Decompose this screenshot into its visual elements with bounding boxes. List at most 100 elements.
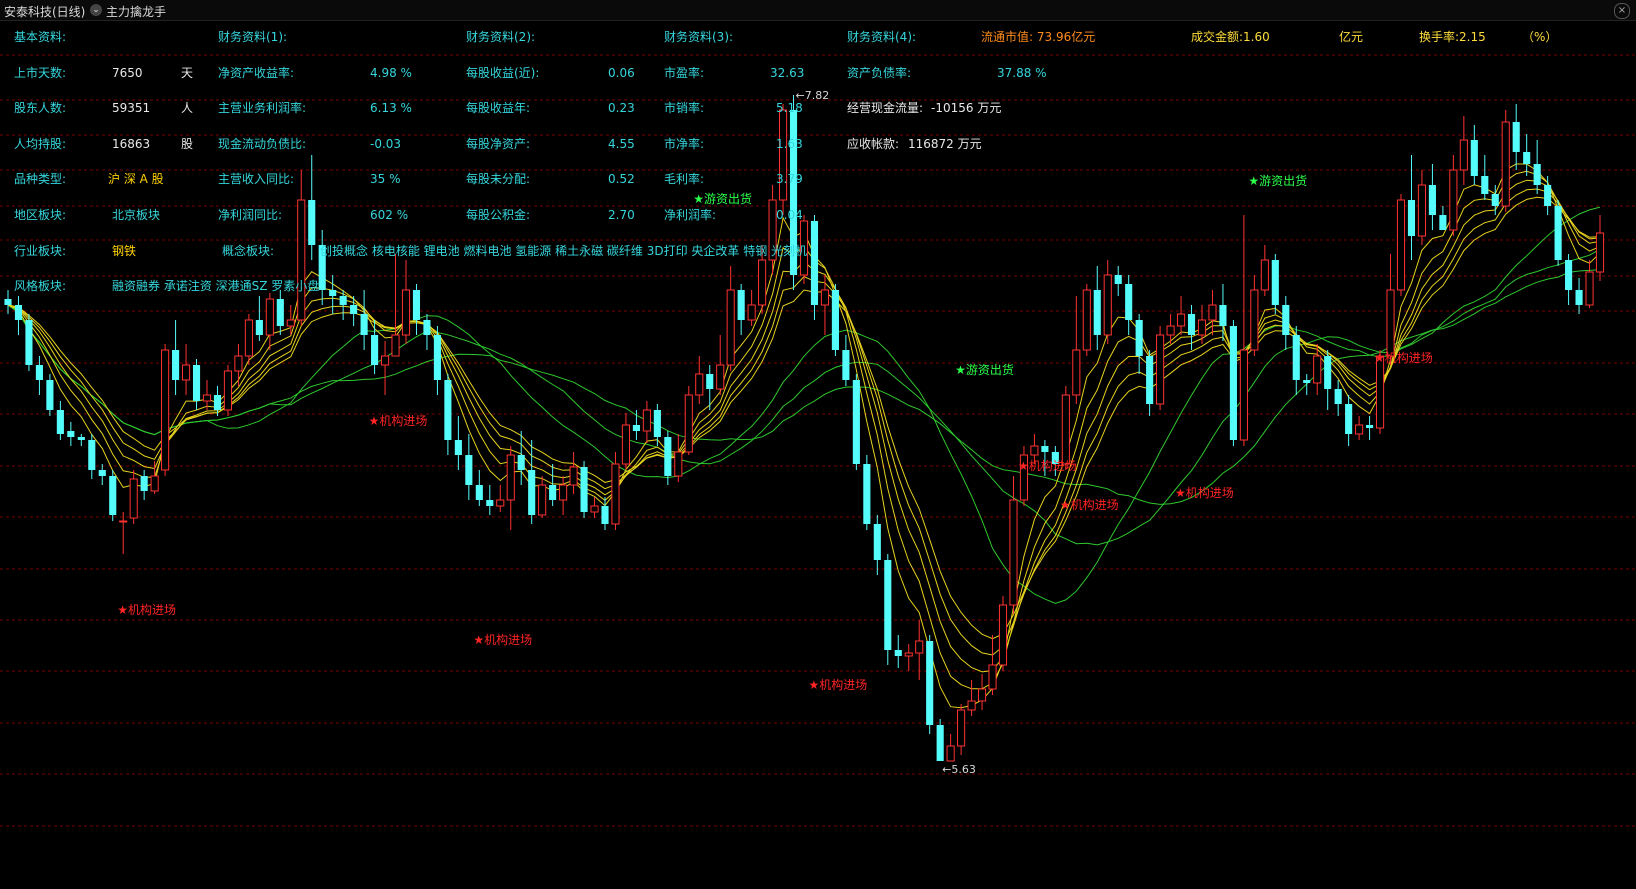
candle-body	[528, 470, 536, 515]
indicator-dropdown-icon[interactable]: ⌄	[90, 4, 102, 16]
candle-body	[1239, 349, 1248, 441]
candle-body	[1156, 334, 1165, 405]
candle-body	[1585, 271, 1594, 306]
col1-label: 股东人数:	[14, 101, 67, 115]
col2-value: 602 %	[370, 208, 409, 222]
candle-body	[140, 476, 148, 491]
col3-value: 4.55	[608, 137, 635, 151]
candle-body	[14, 305, 23, 320]
candle-body	[1208, 304, 1217, 321]
institution-entry-signal: ★机构进场	[1018, 458, 1077, 473]
hot-money-exit-signal: ★游资出货	[693, 191, 752, 206]
col4-label: 市销率:	[664, 101, 705, 115]
col5-value: 37.88 %	[997, 66, 1047, 80]
finance2-header: 财务资料(2):	[466, 30, 536, 44]
col1-label: 风格板块:	[14, 279, 67, 293]
candle-body	[831, 290, 839, 350]
candle-body	[339, 296, 347, 305]
col1-unit: 天	[181, 66, 194, 80]
indicator-name[interactable]: 主力擒龙手	[106, 3, 166, 20]
col4-label: 净利润率:	[664, 208, 717, 222]
candle-body	[329, 290, 337, 296]
col5-value: -10156 万元	[931, 101, 1002, 115]
candle-body	[884, 560, 892, 650]
candle-body	[726, 289, 735, 366]
turnover-rate: 换手率:2.15	[1419, 30, 1486, 44]
candle-body	[988, 664, 997, 690]
candle-body	[1459, 139, 1468, 171]
candle-body	[674, 451, 683, 477]
candle-body	[244, 319, 253, 357]
col2-label: 现金流动负债比:	[218, 137, 307, 151]
candle-body	[1250, 289, 1259, 351]
candle-body	[957, 709, 966, 747]
candle-body	[632, 425, 640, 431]
candle-body	[1197, 319, 1207, 336]
float-market-cap: 流通市值: 73.96亿元	[981, 30, 1096, 44]
candle-body	[863, 464, 871, 524]
candle-body	[297, 199, 306, 321]
hot-money-exit-signal: ★游资出货	[955, 362, 1014, 377]
institution-entry-signal: ★机构进场	[117, 602, 176, 617]
col2-label: 主营收入同比:	[218, 172, 295, 186]
candle-body	[1166, 325, 1175, 336]
candle-body	[77, 437, 85, 440]
candle-body	[506, 454, 515, 501]
col5-label: 应收帐款:	[847, 137, 900, 151]
candle-body	[926, 641, 934, 725]
col3-value: 0.23	[608, 101, 635, 115]
institution-entry-signal: ★机构进场	[1175, 485, 1234, 500]
col1-label: 行业板块:	[14, 244, 67, 258]
candle-body	[580, 467, 588, 512]
candle-body	[611, 463, 620, 525]
candle-body	[1512, 122, 1520, 152]
candle-body	[1439, 215, 1447, 230]
candle-body	[265, 298, 274, 336]
candle-body	[1061, 394, 1070, 465]
window-title: 安泰科技(日线)	[4, 5, 86, 19]
col2-value: -0.03	[370, 137, 402, 151]
candle-body	[360, 314, 368, 335]
candle-body	[486, 500, 494, 506]
col4-value: 1.63	[776, 137, 803, 151]
candle-body	[642, 409, 651, 432]
institution-entry-signal: ★机构进场	[808, 677, 867, 692]
low-price-label: ←5.63	[942, 763, 976, 776]
concept-value: 创投概念 核电核能 锂电池 燃料电池 氢能源 稀土永磁 碳纤维 3D打印 央企改…	[320, 244, 808, 258]
candle-body	[1082, 289, 1091, 351]
candle-body	[894, 650, 902, 656]
candle-body	[946, 745, 955, 762]
candle-body	[1470, 140, 1478, 176]
hot-money-exit-signal: ★游资出货	[1248, 173, 1307, 188]
candle-body	[129, 478, 138, 519]
candle-body	[1449, 169, 1458, 231]
candle-body	[1303, 380, 1311, 383]
institution-entry-signal: ★机构进场	[1374, 350, 1433, 365]
candle-body	[46, 380, 54, 410]
col1-value: 融资融券 承诺注资 深港通SZ 罗素小盘	[112, 279, 320, 293]
col1-value: 北京板块	[112, 208, 161, 222]
candle-body	[1481, 176, 1489, 194]
candle-body	[161, 349, 170, 471]
candle-body	[1219, 305, 1227, 326]
candle-body	[25, 320, 33, 365]
title-bar: 安泰科技(日线) ⌄ 主力擒龙手 ×	[0, 0, 1636, 21]
candle-body	[1229, 326, 1237, 440]
candle-body	[223, 370, 233, 411]
col2-value: 35 %	[370, 172, 401, 186]
concept-label: 概念板块:	[222, 244, 275, 258]
col2-value: 6.13 %	[370, 101, 412, 115]
candle-body	[706, 374, 714, 389]
candle-body	[1103, 274, 1112, 336]
candle-body	[1009, 499, 1018, 606]
candle-body	[1375, 355, 1385, 429]
candle-body	[1533, 164, 1541, 185]
candle-body	[67, 431, 75, 437]
close-button[interactable]: ×	[1614, 3, 1630, 19]
candle-body	[1313, 355, 1322, 384]
col3-label: 每股未分配:	[466, 172, 531, 186]
candle-body	[150, 475, 159, 492]
col1-label: 地区板块:	[14, 208, 67, 222]
col5-label: 经营现金流量:	[847, 101, 924, 115]
candle-body	[401, 289, 411, 336]
